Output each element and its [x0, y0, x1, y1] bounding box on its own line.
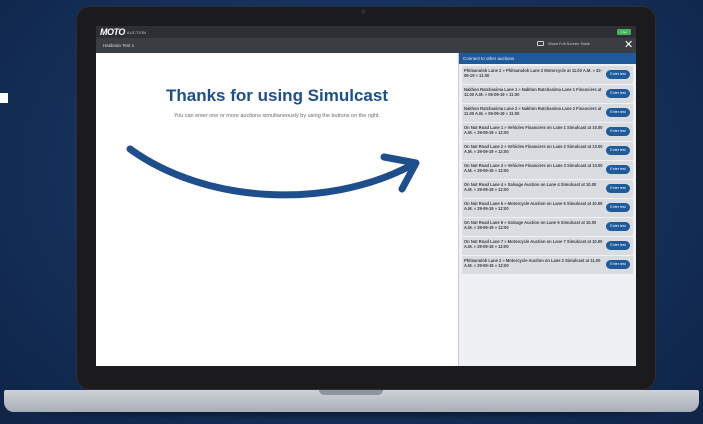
auction-item-text: Nakhon Ratchasima Lane 1 » Nakhon Ratcha…	[464, 87, 602, 98]
enter-auction-button[interactable]: Enter test	[606, 89, 630, 98]
auction-list-item: On Nut Road Lane 7 » Motorcycle Auction …	[462, 237, 633, 255]
auction-list-item: Phitsanulok Lane 2 » Motorcycle Auction …	[462, 256, 633, 274]
auction-item-text: On Nut Road Lane 4 » Salvage Auction on …	[464, 182, 597, 193]
auction-list-item: On Nut Road Lane 5 » Motorcycle Auction …	[462, 199, 633, 217]
enter-auction-button[interactable]: Enter test	[606, 184, 630, 193]
logo-sub-text: AUCTION	[126, 29, 147, 35]
toolbar: Hasbrain Test 1 Show Full Screen Table ✕	[96, 38, 636, 53]
laptop-base	[4, 390, 699, 412]
fullscreen-icon	[537, 41, 544, 46]
app-bar: MOTO AUCTION Live	[96, 26, 636, 38]
auction-item-text: On Nut Road Lane 5 » Motorcycle Auction …	[464, 201, 603, 212]
camera-dot	[361, 9, 366, 14]
laptop-lid: MOTO AUCTION Live Hasbrain Test 1 Show F…	[76, 6, 656, 390]
panel-header: Connect to other auctions	[459, 53, 636, 64]
auction-list: Phitsanulok Lane 2 » Phitsanulok Lane 2 …	[459, 64, 636, 274]
auction-item-text: On Nut Road Lane 7 » Motorcycle Auction …	[464, 239, 603, 250]
enter-auction-button[interactable]: Enter test	[606, 127, 630, 136]
auction-item-text: Nakhon Ratchasima Lane 2 » Nakhon Ratcha…	[464, 106, 602, 117]
enter-auction-button[interactable]: Enter test	[606, 70, 630, 79]
auction-item-text: Phitsanulok Lane 2 » Phitsanulok Lane 2 …	[464, 68, 602, 79]
auction-list-item: On Nut Road Lane 2 » Vehicles Financiers…	[462, 142, 633, 160]
auction-list-item: Nakhon Ratchasima Lane 2 » Nakhon Ratcha…	[462, 104, 633, 122]
auction-item-text: Phitsanulok Lane 2 » Motorcycle Auction …	[464, 258, 601, 269]
enter-auction-button[interactable]: Enter test	[606, 146, 630, 155]
enter-auction-button[interactable]: Enter test	[606, 260, 630, 269]
enter-auction-button[interactable]: Enter test	[606, 241, 630, 250]
auctions-panel: Connect to other auctions Phitsanulok La…	[458, 53, 636, 366]
app-logo[interactable]: MOTO AUCTION	[100, 27, 146, 37]
auction-list-item: On Nut Road Lane 1 » Vehicles Financiers…	[462, 123, 633, 141]
screen: MOTO AUCTION Live Hasbrain Test 1 Show F…	[96, 26, 636, 366]
close-icon[interactable]: ✕	[624, 39, 633, 51]
welcome-title: Thanks for using Simulcast	[166, 86, 388, 105]
fullscreen-table-button[interactable]: Show Full Screen Table	[537, 41, 590, 46]
auction-item-text: On Nut Road Lane 2 » Vehicles Financiers…	[464, 144, 603, 155]
auction-list-item: Nakhon Ratchasima Lane 1 » Nakhon Ratcha…	[462, 85, 633, 103]
auction-list-item: On Nut Road Lane 4 » Salvage Auction on …	[462, 180, 633, 198]
auction-list-item: On Nut Road Lane 6 » Salvage Auction on …	[462, 218, 633, 236]
enter-auction-button[interactable]: Enter test	[606, 108, 630, 117]
laptop-notch	[319, 390, 383, 395]
welcome-subtitle: You can enter one or more auctions simul…	[173, 113, 381, 119]
auction-item-text: On Nut Road Lane 6 » Salvage Auction on …	[464, 220, 597, 231]
auction-item-text: On Nut Road Lane 1 » Vehicles Financiers…	[464, 125, 603, 136]
auction-list-item: On Nut Road Lane 3 » Vehicles Financiers…	[462, 161, 633, 179]
status-badge: Live	[617, 29, 631, 35]
logo-main-text: MOTO	[100, 27, 125, 37]
tab-auction[interactable]: Hasbrain Test 1	[103, 41, 134, 50]
enter-auction-button[interactable]: Enter test	[606, 203, 630, 212]
background-mark	[0, 93, 8, 103]
auction-list-item: Phitsanulok Lane 2 » Phitsanulok Lane 2 …	[462, 66, 633, 84]
enter-auction-button[interactable]: Enter test	[606, 222, 630, 231]
welcome-area: Thanks for using Simulcast You can enter…	[96, 53, 458, 366]
fullscreen-table-label: Show Full Screen Table	[548, 41, 590, 46]
enter-auction-button[interactable]: Enter test	[606, 165, 630, 174]
arrow-right-icon	[126, 145, 420, 199]
auction-item-text: On Nut Road Lane 3 » Vehicles Financiers…	[464, 163, 603, 174]
